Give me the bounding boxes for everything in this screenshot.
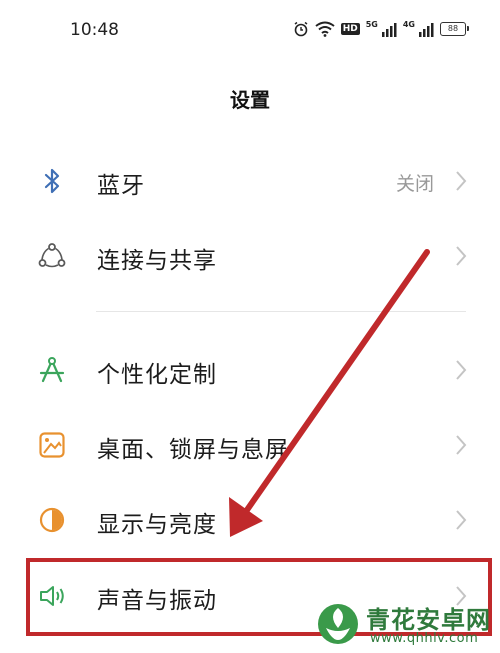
settings-item-label: 桌面、锁屏与息屏 bbox=[97, 437, 289, 463]
chevron-right-icon bbox=[456, 510, 467, 530]
compass-icon bbox=[39, 357, 65, 383]
network-5g-label: 5G bbox=[365, 19, 378, 29]
wallpaper-icon bbox=[39, 432, 65, 458]
settings-item-label: 显示与亮度 bbox=[97, 512, 217, 538]
settings-item-label: 连接与共享 bbox=[97, 248, 217, 274]
watermark-title: 青花安卓网 bbox=[366, 606, 491, 634]
status-icons: HD 5G 4G 88 bbox=[293, 19, 469, 37]
wifi-icon bbox=[315, 21, 335, 37]
bluetooth-icon bbox=[44, 168, 60, 194]
bluetooth-status: 关闭 bbox=[395, 173, 434, 195]
settings-item-connection[interactable]: 连接与共享 bbox=[0, 226, 500, 286]
share-icon bbox=[38, 243, 66, 268]
settings-item-personalize[interactable]: 个性化定制 bbox=[0, 340, 500, 400]
alarm-icon bbox=[294, 21, 308, 37]
chevron-right-icon bbox=[456, 246, 467, 266]
status-bar: 10:48 HD 5G 4G 88 bbox=[0, 0, 500, 62]
page-title: 设置 bbox=[230, 88, 270, 112]
settings-item-display[interactable]: 显示与亮度 bbox=[0, 490, 500, 550]
battery-icon: 88 bbox=[440, 22, 469, 36]
signal-icon bbox=[381, 22, 397, 37]
status-time: 10:48 bbox=[70, 20, 119, 40]
chevron-right-icon bbox=[456, 360, 467, 380]
chevron-right-icon bbox=[456, 171, 467, 191]
settings-item-bluetooth[interactable]: 蓝牙 关闭 bbox=[0, 151, 500, 211]
signal-icon-2 bbox=[419, 22, 434, 37]
battery-level: 88 bbox=[447, 24, 459, 33]
section-divider bbox=[96, 311, 466, 312]
watermark-url: www.qhhlv.com bbox=[370, 631, 479, 646]
network-4g-label: 4G bbox=[402, 19, 415, 29]
brightness-icon bbox=[39, 507, 65, 533]
watermark-logo-icon bbox=[318, 604, 358, 644]
chevron-right-icon bbox=[456, 435, 467, 455]
settings-item-label: 蓝牙 bbox=[97, 173, 145, 199]
watermark: 青花安卓网 www.qhhlv.com bbox=[308, 598, 500, 653]
settings-item-label: 个性化定制 bbox=[97, 362, 217, 388]
hd-badge: HD bbox=[340, 23, 360, 35]
settings-item-desktop[interactable]: 桌面、锁屏与息屏 bbox=[0, 415, 500, 475]
